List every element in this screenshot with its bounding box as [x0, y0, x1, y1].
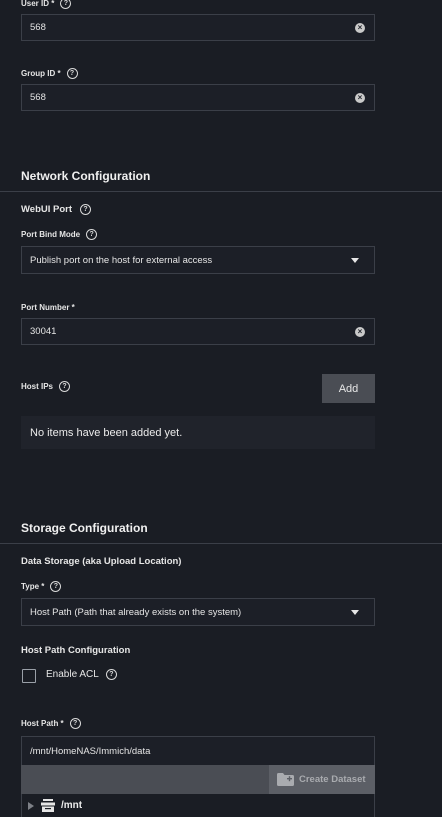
- user-id-label: User ID * ?: [21, 0, 72, 9]
- port-number-input[interactable]: 30041 ×: [21, 318, 375, 345]
- chevron-down-icon: [351, 610, 359, 615]
- group-id-input[interactable]: 568 ×: [21, 84, 375, 111]
- host-path-label: Host Path * ?: [21, 718, 81, 729]
- host-ips-empty-state: No items have been added yet.: [21, 416, 375, 449]
- storage-configuration-title: Storage Configuration: [21, 521, 148, 535]
- clear-icon[interactable]: ×: [355, 93, 365, 103]
- help-icon[interactable]: ?: [80, 204, 92, 215]
- explorer-toolbar: Create Dataset: [21, 765, 375, 794]
- group-id-label: Group ID * ?: [21, 68, 78, 79]
- help-icon[interactable]: ?: [60, 0, 72, 9]
- clear-icon[interactable]: ×: [355, 23, 365, 33]
- help-icon[interactable]: ?: [86, 229, 98, 240]
- type-label: Type * ?: [21, 581, 62, 592]
- host-path-configuration-heading: Host Path Configuration: [21, 645, 131, 656]
- chevron-down-icon: [351, 258, 359, 263]
- divider: [0, 543, 442, 544]
- port-bind-mode-select[interactable]: Publish port on the host for external ac…: [21, 246, 375, 274]
- help-icon[interactable]: ?: [59, 381, 71, 392]
- add-host-ip-button[interactable]: Add: [322, 374, 375, 403]
- dataset-icon: [41, 799, 55, 812]
- clear-icon[interactable]: ×: [355, 327, 365, 337]
- help-icon[interactable]: ?: [69, 718, 81, 729]
- user-id-input[interactable]: 568 ×: [21, 14, 375, 41]
- divider: [0, 191, 442, 192]
- enable-acl-label: Enable ACL ?: [46, 669, 117, 680]
- storage-type-select[interactable]: Host Path (Path that already exists on t…: [21, 598, 375, 626]
- help-icon[interactable]: ?: [50, 581, 62, 592]
- data-storage-heading: Data Storage (aka Upload Location): [21, 556, 182, 567]
- network-configuration-title: Network Configuration: [21, 169, 151, 183]
- enable-acl-checkbox[interactable]: [22, 669, 36, 683]
- create-dataset-button[interactable]: Create Dataset: [269, 765, 375, 794]
- help-icon[interactable]: ?: [105, 669, 117, 680]
- webui-port-heading: WebUI Port ?: [21, 204, 92, 215]
- port-bind-mode-label: Port Bind Mode ?: [21, 229, 98, 240]
- tree-node-mnt[interactable]: /mnt: [21, 794, 375, 817]
- port-number-label: Port Number *: [21, 303, 75, 312]
- expand-arrow-icon[interactable]: [27, 801, 35, 810]
- help-icon[interactable]: ?: [66, 68, 78, 79]
- folder-plus-icon: [277, 773, 294, 786]
- host-ips-label: Host IPs ?: [21, 381, 71, 392]
- host-path-input[interactable]: /mnt/HomeNAS/Immich/data: [21, 736, 375, 766]
